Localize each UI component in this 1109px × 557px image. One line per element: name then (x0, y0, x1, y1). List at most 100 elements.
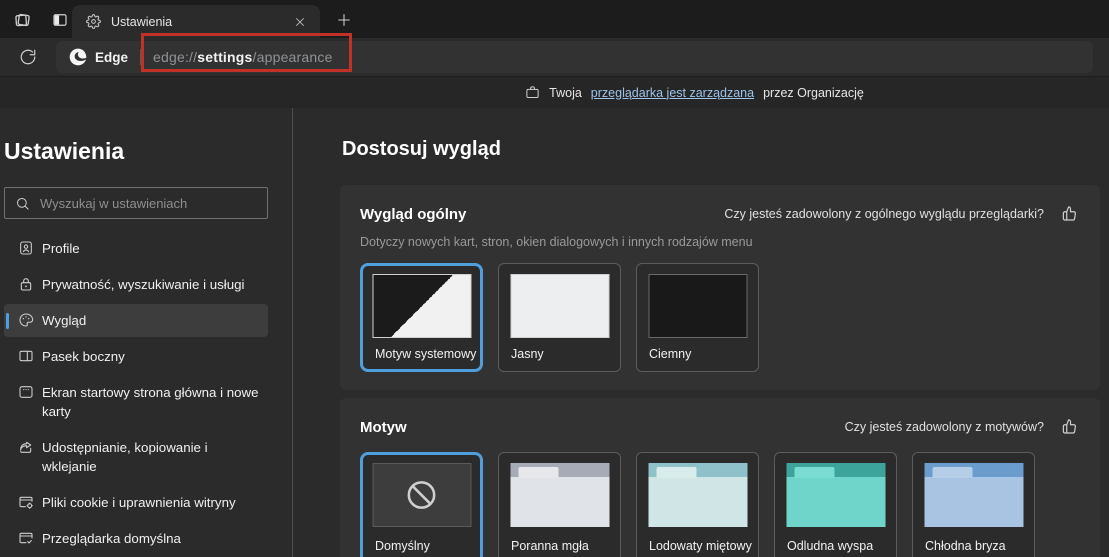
address-divider (140, 49, 142, 65)
card-default-theme[interactable]: Domyślny (360, 452, 483, 557)
sidebar-item-label: Ekran startowy strona główna i nowe kart… (42, 385, 259, 419)
sidebar-item-label: Wygląd (42, 313, 87, 328)
icy-mint-thumbnail (648, 463, 747, 527)
reload-button[interactable] (16, 45, 40, 69)
tab-actions-button[interactable] (48, 8, 72, 32)
url-text[interactable]: edge://settings/appearance (153, 49, 333, 65)
card-system-theme[interactable]: Motyw systemowy (360, 263, 483, 372)
address-bar[interactable]: Edge edge://settings/appearance (56, 41, 1093, 73)
sidebar-item-profile[interactable]: Profile (4, 232, 268, 265)
page-title: Dostosuj wygląd (342, 138, 501, 160)
profile-icon (20, 241, 32, 255)
card-icy-mint-theme[interactable]: Lodowaty miętowy (636, 452, 759, 557)
sidebar-item-default-browser[interactable]: Przeglądarka domyślna (4, 522, 268, 555)
sidebar-item-label: Udostępnianie, kopiowanie i wklejanie (42, 440, 208, 474)
thumb-tab (656, 467, 696, 478)
card-label: Poranna mgła (511, 539, 589, 553)
theme-cards: Domyślny Poranna mgła Lodowaty miętowy O… (360, 452, 1080, 557)
card-label: Domyślny (375, 539, 430, 553)
desert-island-thumbnail (786, 463, 885, 527)
lock-icon (20, 278, 32, 291)
sidebar-item-appearance[interactable]: Wygląd (4, 304, 268, 337)
workspaces-icon (15, 13, 30, 27)
edge-badge[interactable]: Edge (68, 47, 128, 67)
sidebar-nav: Profile Prywatność, wyszukiwanie i usług… (4, 232, 268, 557)
feedback-question: Czy jesteś zadowolony z ogólnego wyglądu… (724, 207, 1044, 221)
settings-search-box[interactable] (4, 187, 268, 219)
edge-logo-icon (69, 48, 87, 66)
settings-main: Dostosuj wygląd Wygląd ogólny Czy jesteś… (293, 108, 1109, 557)
default-browser-icon (19, 532, 33, 544)
feedback-button[interactable] (1058, 416, 1080, 438)
managed-policy-link[interactable]: przeglądarka jest zarządzana (591, 86, 754, 100)
share-icon (20, 441, 32, 453)
cookies-icon (19, 496, 33, 509)
card-label: Motyw systemowy (375, 347, 477, 361)
thumbs-up-icon (1062, 206, 1076, 221)
cool-breeze-thumbnail (924, 463, 1023, 527)
card-label: Jasny (511, 347, 544, 361)
tab-settings[interactable]: Ustawienia (72, 5, 320, 38)
sidebar-item-label: Prywatność, wyszukiwanie i usługi (42, 277, 245, 292)
section-description: Dotyczy nowych kart, stron, okien dialog… (360, 235, 753, 249)
sidebar-item-start-home-newtab[interactable]: Ekran startowy strona główna i nowe kart… (4, 376, 268, 428)
card-label: Lodowaty miętowy (649, 539, 752, 553)
plus-icon (338, 14, 350, 26)
sidebar-item-label: Pasek boczny (42, 349, 125, 364)
banner-text-before: Twoja (549, 85, 582, 100)
selected-indicator (6, 312, 9, 329)
tab-close-button[interactable] (290, 12, 310, 32)
card-desert-island-theme[interactable]: Odludna wyspa (774, 452, 897, 557)
briefcase-icon (526, 86, 539, 98)
card-cool-breeze-theme[interactable]: Chłodna bryza (912, 452, 1035, 557)
sidebar-item-sidebar[interactable]: Pasek boczny (4, 340, 268, 373)
section-theme: Motyw Czy jesteś zadowolony z motywów? D… (340, 398, 1100, 557)
settings-page: Ustawienia Profile (0, 108, 1109, 557)
sidebar-item-label: Pliki cookie i uprawnienia witryny (42, 495, 236, 510)
sidebar-item-cookies-permissions[interactable]: Pliki cookie i uprawnienia witryny (4, 486, 268, 519)
settings-sidebar: Ustawienia Profile (0, 108, 293, 557)
browser-window: Ustawienia Edge edge://settings/appearan… (0, 0, 1109, 557)
card-label: Chłodna bryza (925, 539, 1006, 553)
thumb-tab (932, 467, 972, 478)
edge-badge-label: Edge (95, 49, 129, 65)
split-window-icon (53, 14, 67, 26)
sidebar-item-label: Profile (42, 241, 80, 256)
morning-mist-thumbnail (510, 463, 609, 527)
default-theme-thumbnail (372, 463, 471, 527)
search-input[interactable] (40, 195, 257, 211)
palette-icon (19, 313, 34, 327)
banner-text-after: przez Organizację (763, 85, 864, 100)
thumb-tab (794, 467, 834, 478)
sidebar-item-privacy[interactable]: Prywatność, wyszukiwanie i usługi (4, 268, 268, 301)
tab-bar: Ustawienia (0, 0, 1109, 38)
feedback-button[interactable] (1058, 203, 1080, 225)
card-morning-mist-theme[interactable]: Poranna mgła (498, 452, 621, 557)
card-label: Ciemny (649, 347, 692, 361)
none-icon (407, 481, 436, 509)
thumbs-up-icon (1062, 419, 1076, 434)
toolbar: Edge edge://settings/appearance (0, 38, 1109, 76)
card-light-theme[interactable]: Jasny (498, 263, 621, 372)
managed-browser-banner: Twoja przeglądarka jest zarządzana przez… (0, 76, 1109, 108)
section-heading: Motyw (360, 418, 407, 436)
system-theme-thumbnail (372, 274, 471, 338)
card-label: Odludna wyspa (787, 539, 874, 553)
light-theme-thumbnail (510, 274, 609, 338)
dark-theme-thumbnail (648, 274, 747, 338)
sidebar-item-share-copy-paste[interactable]: Udostępnianie, kopiowanie i wklejanie (4, 431, 268, 483)
startpage-icon (19, 386, 33, 398)
sidebar-title: Ustawienia (4, 138, 125, 164)
tab-title: Ustawienia (111, 14, 173, 29)
section-heading: Wygląd ogólny (360, 205, 467, 223)
card-dark-theme[interactable]: Ciemny (636, 263, 759, 372)
sidebar-item-label: Przeglądarka domyślna (42, 531, 181, 546)
new-tab-button[interactable] (332, 8, 356, 32)
section-overall-appearance: Wygląd ogólny Czy jesteś zadowolony z og… (340, 185, 1100, 390)
close-icon (296, 17, 304, 26)
sidebar-icon (19, 350, 33, 362)
workspaces-button[interactable] (10, 8, 34, 32)
appearance-cards: Motyw systemowy Jasny Ciemny (360, 263, 1080, 372)
reload-icon (20, 49, 36, 65)
gear-icon (86, 14, 101, 29)
